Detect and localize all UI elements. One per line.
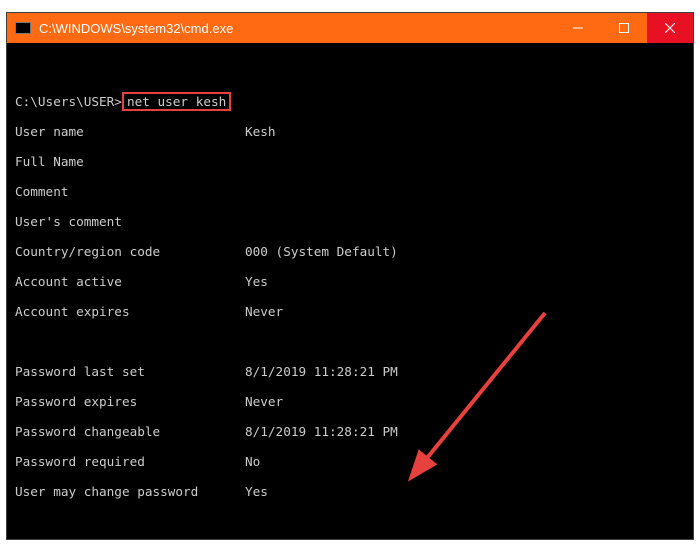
country-value: 000 (System Default) xyxy=(245,244,398,259)
command-line: C:\Users\USER>net user kesh xyxy=(15,94,685,109)
full-name-label: Full Name xyxy=(15,154,245,169)
maximize-button[interactable] xyxy=(601,13,647,43)
blank-row xyxy=(15,334,685,349)
pw-may-change-value: Yes xyxy=(245,484,268,499)
output-row: Password last set8/1/2019 11:28:21 PM xyxy=(15,364,685,379)
pw-may-change-label: User may change password xyxy=(15,484,245,499)
output-row: Account activeYes xyxy=(15,274,685,289)
user-name-value: Kesh xyxy=(245,124,276,139)
cmd-window: C:\WINDOWS\system32\cmd.exe C:\Users\USE… xyxy=(6,12,694,540)
users-comment-label: User's comment xyxy=(15,214,245,229)
window-title: C:\WINDOWS\system32\cmd.exe xyxy=(39,21,555,36)
account-active-label: Account active xyxy=(15,274,245,289)
pw-last-set-label: Password last set xyxy=(15,364,245,379)
pw-expires-value: Never xyxy=(245,394,283,409)
account-expires-label: Account expires xyxy=(15,304,245,319)
minimize-button[interactable] xyxy=(555,13,601,43)
cmd-icon xyxy=(15,22,31,34)
user-name-label: User name xyxy=(15,124,245,139)
terminal-output[interactable]: C:\Users\USER>net user kesh User nameKes… xyxy=(7,43,693,539)
country-label: Country/region code xyxy=(15,244,245,259)
account-active-value: Yes xyxy=(245,274,268,289)
comment-label: Comment xyxy=(15,184,245,199)
output-row: Password requiredNo xyxy=(15,454,685,469)
output-row: Account expiresNever xyxy=(15,304,685,319)
pw-last-set-value: 8/1/2019 11:28:21 PM xyxy=(245,364,398,379)
output-row: Comment xyxy=(15,184,685,199)
output-row: Password expiresNever xyxy=(15,394,685,409)
close-button[interactable] xyxy=(647,13,693,43)
prompt-path: C:\Users\USER> xyxy=(15,94,122,109)
prompt-line xyxy=(15,64,685,79)
pw-changeable-value: 8/1/2019 11:28:21 PM xyxy=(245,424,398,439)
blank-row xyxy=(15,514,685,529)
pw-required-value: No xyxy=(245,454,260,469)
highlighted-command: net user kesh xyxy=(122,92,231,111)
output-row: Full Name xyxy=(15,154,685,169)
pw-required-label: Password required xyxy=(15,454,245,469)
output-row: User's comment xyxy=(15,214,685,229)
titlebar[interactable]: C:\WINDOWS\system32\cmd.exe xyxy=(7,13,693,43)
window-buttons xyxy=(555,13,693,43)
output-row: Password changeable8/1/2019 11:28:21 PM xyxy=(15,424,685,439)
account-expires-value: Never xyxy=(245,304,283,319)
pw-changeable-label: Password changeable xyxy=(15,424,245,439)
output-row: User nameKesh xyxy=(15,124,685,139)
output-row: Country/region code000 (System Default) xyxy=(15,244,685,259)
pw-expires-label: Password expires xyxy=(15,394,245,409)
output-row: User may change passwordYes xyxy=(15,484,685,499)
